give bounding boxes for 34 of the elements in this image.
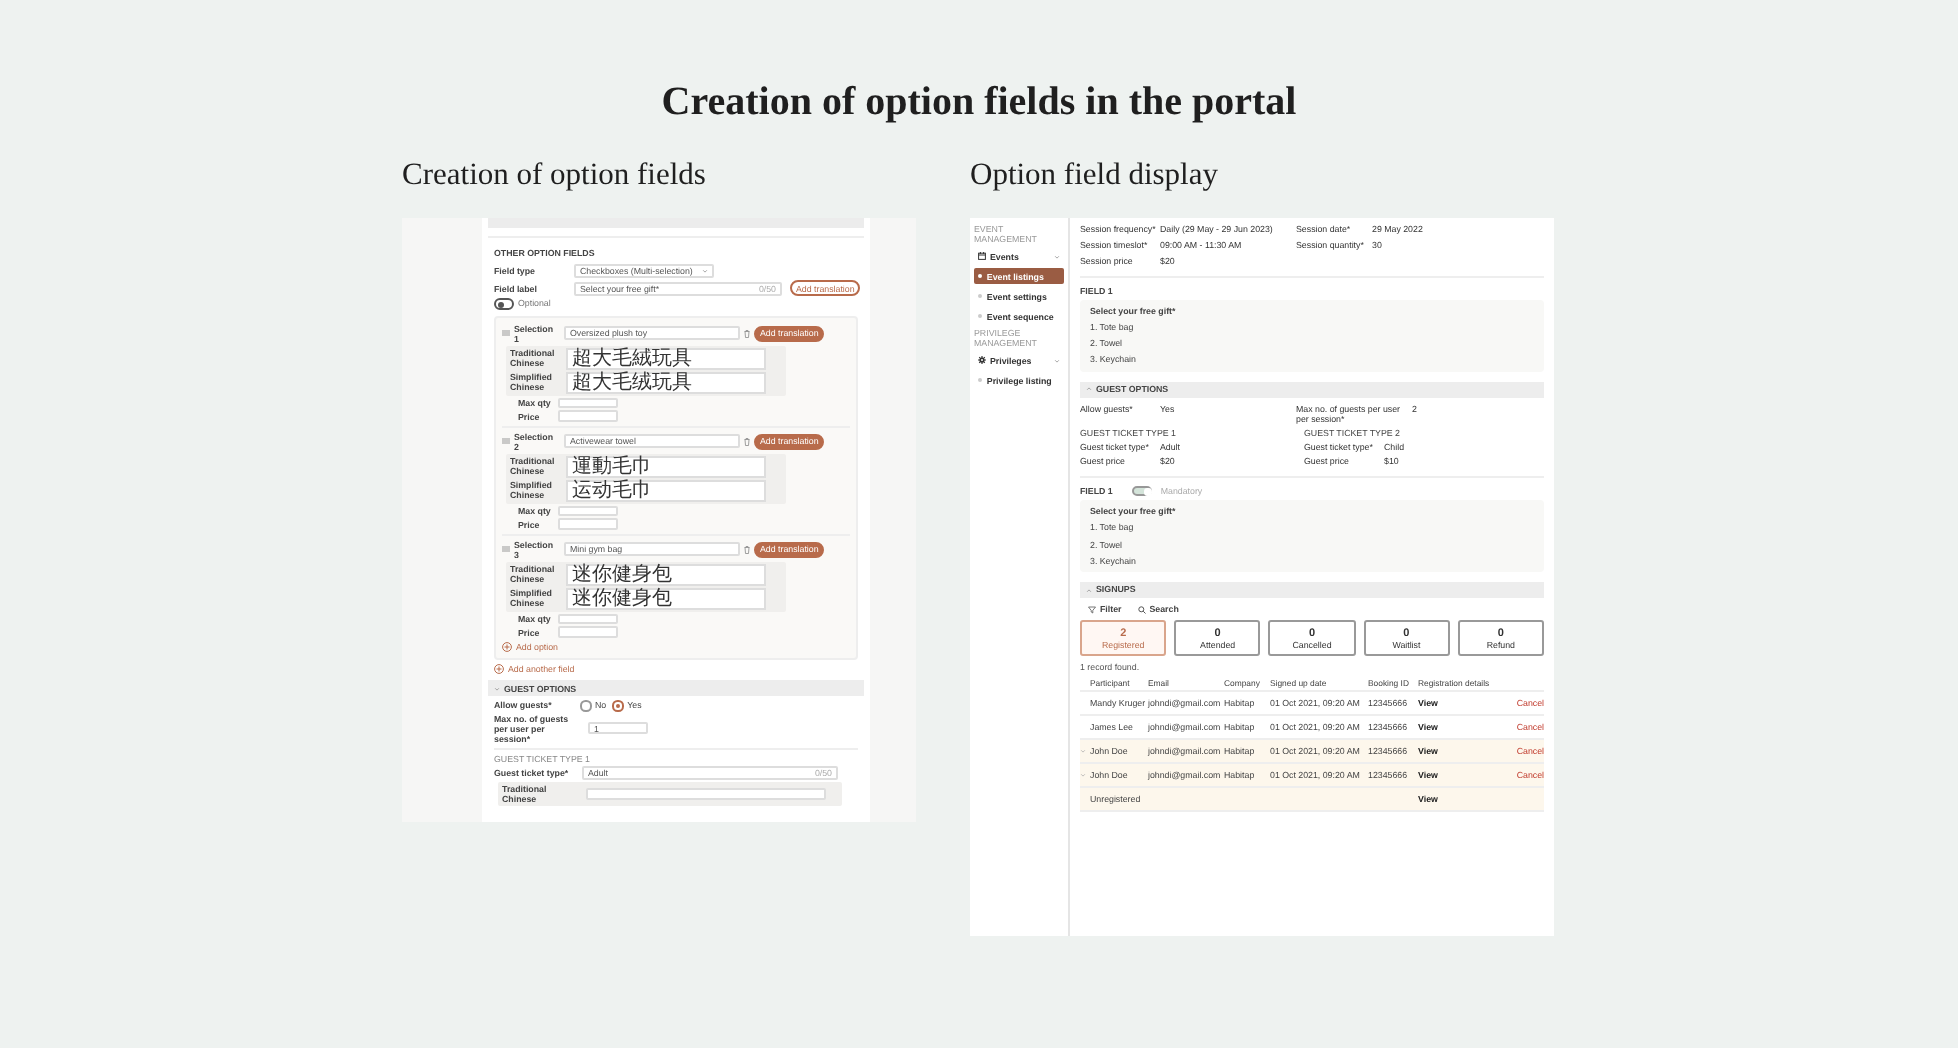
translation-input[interactable]	[586, 787, 826, 800]
max-qty-input[interactable]	[558, 397, 618, 409]
translation-input[interactable]: 迷你健身包	[566, 587, 766, 610]
chevron-icon	[1054, 253, 1060, 259]
price-input[interactable]	[558, 518, 618, 530]
drag-handle-icon[interactable]	[502, 330, 510, 337]
radio-button[interactable]	[612, 700, 624, 712]
translation-input[interactable]: 迷你健身包	[566, 563, 766, 586]
chevron-icon	[1054, 357, 1060, 363]
translation-input[interactable]: 超大毛絨玩具	[566, 347, 766, 370]
search-icon[interactable]	[1137, 605, 1146, 614]
plus-icon	[502, 641, 512, 652]
trash-icon[interactable]	[744, 545, 750, 554]
filter-icon[interactable]	[1088, 605, 1096, 614]
trash-icon[interactable]	[744, 329, 750, 338]
price-input[interactable]	[558, 410, 618, 422]
radio-button[interactable]	[580, 700, 591, 712]
gear-icon	[978, 356, 986, 364]
price-input[interactable]	[558, 626, 618, 638]
max-qty-input[interactable]	[558, 505, 618, 517]
translation-input[interactable]: 运动毛巾	[566, 479, 766, 502]
translation-input[interactable]: 運動毛巾	[566, 455, 766, 478]
page-title: Creation of option fields in the portal	[661, 78, 1297, 128]
section-caption: Option field display	[970, 156, 1220, 196]
plus-icon	[494, 664, 504, 675]
drag-handle-icon[interactable]	[502, 438, 510, 445]
section-caption: Creation of option fields	[402, 156, 708, 196]
translation-input[interactable]: 超大毛绒玩具	[566, 371, 766, 394]
mandatory-toggle[interactable]	[1132, 485, 1153, 497]
max-qty-input[interactable]	[558, 613, 618, 625]
optional-toggle[interactable]	[494, 298, 514, 310]
trash-icon[interactable]	[744, 437, 750, 446]
drag-handle-icon[interactable]	[502, 546, 510, 553]
calendar-icon	[978, 252, 986, 260]
